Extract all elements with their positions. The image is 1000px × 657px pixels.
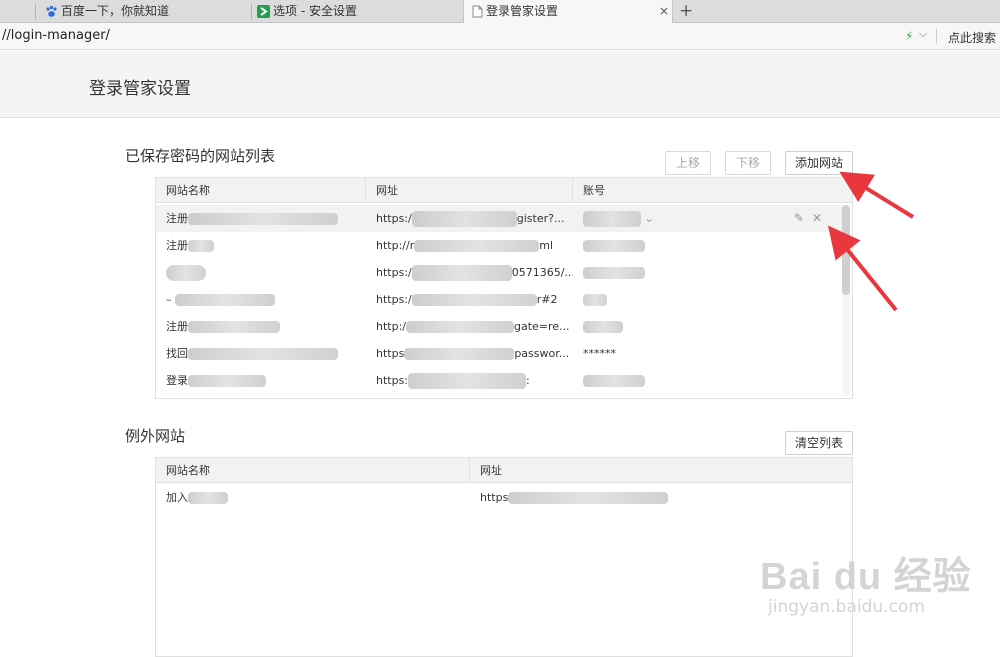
tab-login-manager[interactable]: 登录管家设置 × xyxy=(463,0,673,24)
tab-label: 百度一下，你就知道 xyxy=(61,4,170,18)
tab-strip: 百度一下，你就知道 选项 - 安全设置 登录管家设置 × + xyxy=(0,0,1000,24)
tab-baidu[interactable]: 百度一下，你就知道 xyxy=(45,0,245,23)
site-account: ****** xyxy=(583,347,616,360)
site-url: https:/ xyxy=(376,266,412,279)
site-name: 找回 xyxy=(166,347,188,360)
site-url: http://r xyxy=(376,239,415,252)
column-header[interactable]: 账号 xyxy=(573,178,852,203)
move-up-button[interactable]: 上移 xyxy=(665,151,711,175)
page-header: 登录管家设置 xyxy=(0,51,1000,118)
address-bar: //login-manager/ ⚡ ⌵ 点此搜索 xyxy=(0,23,1000,50)
column-header[interactable]: 网站名称 xyxy=(156,458,470,483)
column-header[interactable]: 网站名称 xyxy=(156,178,366,203)
site-url: https:/ xyxy=(376,293,412,306)
shield-icon xyxy=(257,5,270,18)
column-header[interactable]: 网址 xyxy=(470,458,852,483)
url-field[interactable]: //login-manager/ xyxy=(2,28,110,43)
clear-list-button[interactable]: 清空列表 xyxy=(785,431,853,455)
saved-sites-title: 已保存密码的网站列表 xyxy=(125,147,276,165)
site-url-end: passwor... xyxy=(514,347,570,360)
watermark: Bai du 经验 jingyan.baidu.com xyxy=(760,545,972,617)
add-site-button[interactable]: 添加网站 xyxy=(785,151,853,175)
site-url-end: r#2 xyxy=(536,293,558,306)
table-row[interactable]: – https:/ r#2 xyxy=(156,286,844,313)
divider xyxy=(936,29,937,44)
new-tab-button[interactable]: + xyxy=(679,0,693,22)
page-icon xyxy=(472,5,483,18)
table-row[interactable]: 注册 https:/gister?... ⌄ ✎ ✕ xyxy=(156,205,844,232)
chevron-down-icon[interactable]: ⌄ xyxy=(645,212,654,225)
search-link[interactable]: 点此搜索 xyxy=(948,29,996,46)
saved-sites-table: 网站名称 网址 账号 注册 https:/gister?... ⌄ ✎ ✕ 注册 … xyxy=(155,177,853,399)
close-icon[interactable]: × xyxy=(659,0,669,23)
arrow-to-add-button xyxy=(839,171,915,219)
site-name: 注册 xyxy=(166,212,188,225)
site-url: http:/ xyxy=(376,320,406,333)
table-header: 网站名称 网址 xyxy=(156,458,852,483)
tab-label: 选项 - 安全设置 xyxy=(273,4,357,18)
site-name: 注册 xyxy=(166,239,188,252)
site-url: https:/ xyxy=(376,212,412,225)
site-url-end: ml xyxy=(539,239,554,252)
column-header[interactable]: 网址 xyxy=(366,178,573,203)
site-url: https xyxy=(480,491,509,504)
vertical-scrollbar[interactable] xyxy=(842,205,850,396)
site-name: – xyxy=(166,293,172,306)
delete-icon[interactable]: ✕ xyxy=(812,211,822,225)
bolt-icon[interactable]: ⚡ xyxy=(905,29,913,43)
site-name: 注册 xyxy=(166,320,188,333)
exceptions-table: 网站名称 网址 加入 https xyxy=(155,457,853,657)
table-row[interactable]: 找回 https passwor... ****** xyxy=(156,340,844,367)
site-name: 加入 xyxy=(166,491,188,504)
edit-icon[interactable]: ✎ xyxy=(794,211,804,225)
watermark-url: jingyan.baidu.com xyxy=(768,597,925,617)
table-header: 网站名称 网址 账号 xyxy=(156,178,852,203)
site-name: 登录 xyxy=(166,374,188,387)
table-row[interactable]: https:/ 0571365/... xyxy=(156,259,844,286)
site-url-end: gister?... xyxy=(516,212,565,225)
table-row[interactable]: 注册 http://r ml xyxy=(156,232,844,259)
move-down-button[interactable]: 下移 xyxy=(725,151,771,175)
page-title: 登录管家设置 xyxy=(89,79,191,99)
exceptions-title: 例外网站 xyxy=(125,427,186,445)
row-actions: ✎ ✕ xyxy=(786,211,822,225)
scrollbar-thumb[interactable] xyxy=(842,205,850,295)
site-url: https xyxy=(376,347,405,360)
tab-security[interactable]: 选项 - 安全设置 xyxy=(257,0,457,23)
site-url: https: xyxy=(376,374,409,387)
tab-separator xyxy=(35,4,36,19)
tab-label: 登录管家设置 xyxy=(486,4,559,18)
paw-icon xyxy=(46,5,57,17)
site-url-end: gate=re... xyxy=(514,320,570,333)
tab-separator xyxy=(251,4,252,19)
table-row[interactable]: 加入 https xyxy=(156,484,852,511)
table-row[interactable]: 登录 https:: xyxy=(156,367,844,394)
site-url-end: : xyxy=(526,374,530,387)
chevron-down-icon[interactable]: ⌵ xyxy=(919,27,927,41)
site-url-end: 0571365/... xyxy=(511,266,573,279)
watermark-logo: Bai du 经验 xyxy=(760,556,972,598)
table-row[interactable]: 注册 http:/ gate=re... xyxy=(156,313,844,340)
